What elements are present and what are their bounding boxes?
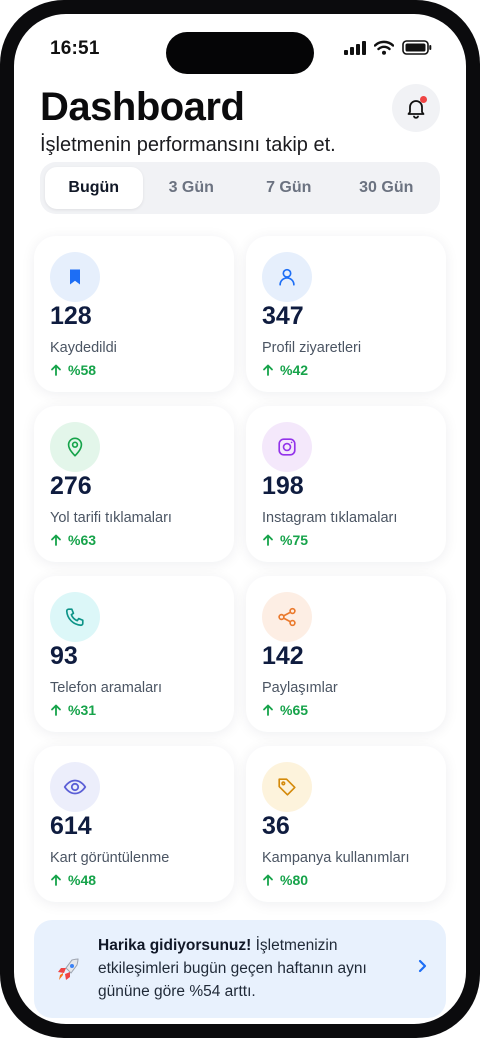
- notifications-button[interactable]: [392, 84, 440, 132]
- arrow-up-icon: [51, 704, 61, 716]
- rocket-icon: [54, 956, 82, 991]
- stat-label: Profil ziyaretleri: [262, 340, 362, 356]
- stat-card-campaigns[interactable]: 36 Kampanya kullanımları %80: [246, 746, 446, 902]
- chevron-right-icon: [416, 958, 428, 979]
- eye-icon: [63, 779, 87, 795]
- stat-icon-wrap: [50, 252, 100, 302]
- stat-change-value: %75: [280, 532, 309, 548]
- page-subtitle: İşletmenin performansını takip et.: [40, 134, 336, 156]
- stat-value: 36: [262, 812, 290, 840]
- phone-frame: 16:51 Dashboard İşletmenin performansını…: [0, 0, 480, 1038]
- tag-icon: [278, 778, 296, 796]
- stat-value: 93: [50, 642, 78, 670]
- stat-icon-wrap: [262, 592, 312, 642]
- stat-icon-wrap: [50, 762, 100, 812]
- signal-icon: [344, 40, 366, 55]
- stat-card-shares[interactable]: 142 Paylaşımlar %65: [246, 576, 446, 732]
- instagram-icon: [278, 438, 296, 456]
- user-icon: [279, 268, 295, 286]
- wifi-icon: [374, 40, 394, 55]
- stat-card-card-views[interactable]: 614 Kart görüntülenme %48: [34, 746, 234, 902]
- arrow-up-icon: [263, 364, 273, 376]
- banner-bold: Harika gidiyorsunuz!: [98, 937, 252, 954]
- tab-today[interactable]: Bugün: [45, 167, 143, 209]
- stat-icon-wrap: [262, 762, 312, 812]
- stat-change: %42: [262, 362, 308, 378]
- stat-change-value: %42: [280, 362, 309, 378]
- tab-30-days[interactable]: 30 Gün: [338, 167, 436, 209]
- stat-change: %48: [50, 872, 96, 888]
- arrow-up-icon: [51, 874, 61, 886]
- stat-change-value: %63: [68, 532, 97, 548]
- stat-icon-wrap: [262, 422, 312, 472]
- status-time: 16:51: [50, 38, 100, 59]
- stat-icon-wrap: [50, 592, 100, 642]
- stat-label: Paylaşımlar: [262, 680, 338, 696]
- stat-card-saved[interactable]: 128 Kaydedildi %58: [34, 236, 234, 392]
- stat-value: 128: [50, 302, 92, 330]
- map-pin-icon: [67, 437, 83, 457]
- stat-change: %31: [50, 702, 96, 718]
- dynamic-island: [166, 32, 314, 74]
- bookmark-icon: [70, 269, 80, 285]
- stat-label: Yol tarifi tıklamaları: [50, 510, 172, 526]
- stat-icon-wrap: [50, 422, 100, 472]
- stat-label: Kaydedildi: [50, 340, 117, 356]
- stat-icon-wrap: [262, 252, 312, 302]
- stat-label: Kart görüntülenme: [50, 850, 170, 866]
- header: Dashboard İşletmenin performansını takip…: [40, 84, 442, 157]
- stat-change-value: %58: [68, 362, 97, 378]
- notification-dot: [420, 96, 427, 103]
- stat-change: %63: [50, 532, 96, 548]
- banner-message: Harika gidiyorsunuz! İşletmenizin etkile…: [98, 934, 398, 1003]
- status-bar: 16:51: [14, 14, 466, 74]
- stat-change: %75: [262, 532, 308, 548]
- stat-change: %65: [262, 702, 308, 718]
- insight-banner[interactable]: Harika gidiyorsunuz! İşletmenizin etkile…: [34, 920, 446, 1018]
- status-icons: [344, 40, 432, 55]
- arrow-up-icon: [51, 534, 61, 546]
- stat-value: 142: [262, 642, 304, 670]
- stat-change: %58: [50, 362, 96, 378]
- stat-label: Telefon aramaları: [50, 680, 163, 696]
- arrow-up-icon: [263, 534, 273, 546]
- arrow-up-icon: [51, 364, 61, 376]
- stat-change: %80: [262, 872, 308, 888]
- arrow-up-icon: [263, 704, 273, 716]
- battery-icon: [402, 40, 432, 55]
- stat-change-value: %80: [280, 872, 309, 888]
- stat-card-phone-calls[interactable]: 93 Telefon aramaları %31: [34, 576, 234, 732]
- period-tabs: Bugün 3 Gün 7 Gün 30 Gün: [40, 162, 440, 214]
- stat-value: 276: [50, 472, 92, 500]
- stat-change-value: %31: [68, 702, 97, 718]
- tab-3-days[interactable]: 3 Gün: [143, 167, 241, 209]
- stat-label: Instagram tıklamaları: [262, 510, 398, 526]
- stat-value: 198: [262, 472, 304, 500]
- screen: 16:51 Dashboard İşletmenin performansını…: [14, 14, 466, 1024]
- stat-label: Kampanya kullanımları: [262, 850, 410, 866]
- stat-value: 614: [50, 812, 92, 840]
- stat-card-instagram[interactable]: 198 Instagram tıklamaları %75: [246, 406, 446, 562]
- stat-change-value: %48: [68, 872, 97, 888]
- share-icon: [278, 607, 296, 627]
- page-title: Dashboard: [40, 85, 245, 129]
- stat-value: 347: [262, 302, 304, 330]
- stat-card-profile-visits[interactable]: 347 Profil ziyaretleri %42: [246, 236, 446, 392]
- stat-change-value: %65: [280, 702, 309, 718]
- arrow-up-icon: [263, 874, 273, 886]
- phone-icon: [65, 608, 84, 627]
- tab-7-days[interactable]: 7 Gün: [240, 167, 338, 209]
- stat-card-directions[interactable]: 276 Yol tarifi tıklamaları %63: [34, 406, 234, 562]
